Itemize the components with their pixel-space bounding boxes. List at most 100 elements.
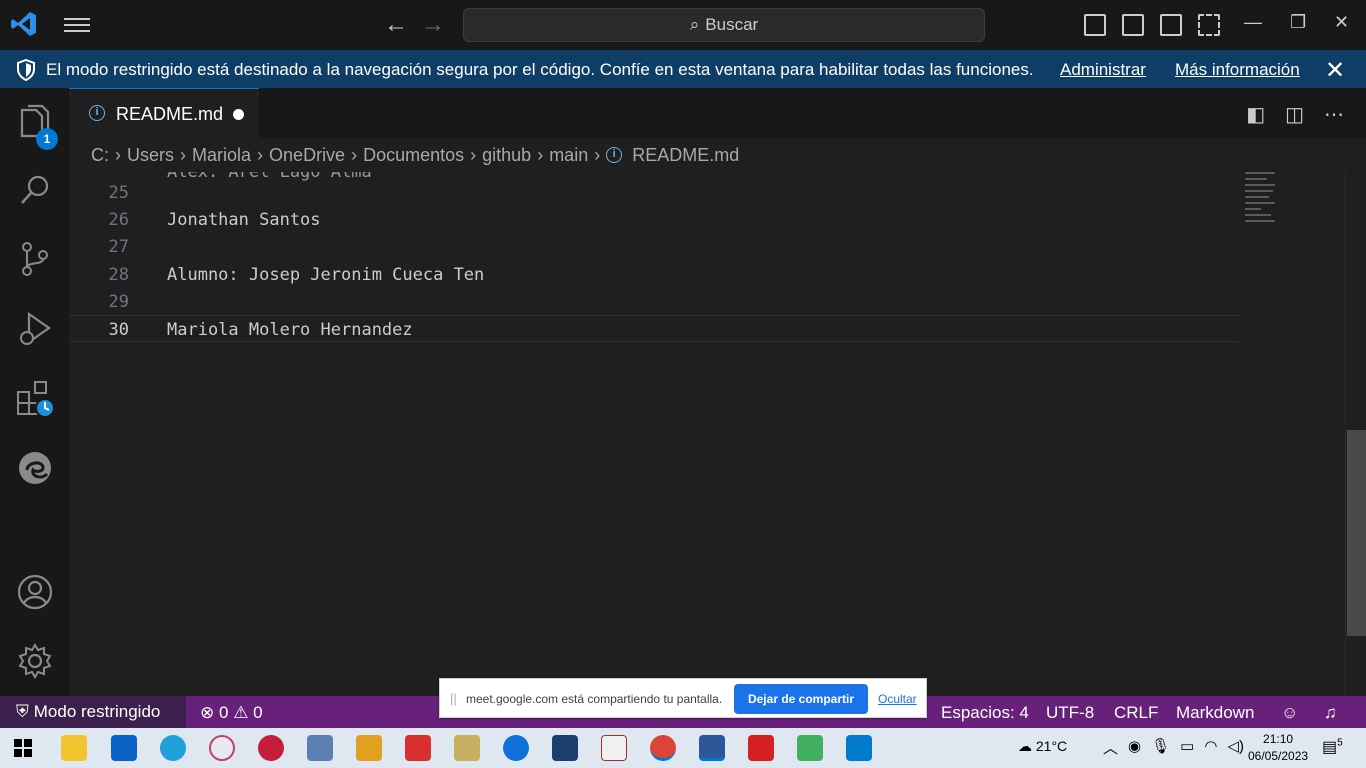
chevron-right-icon: › bbox=[180, 144, 187, 165]
app-map-icon[interactable] bbox=[601, 735, 627, 761]
problems-status[interactable]: ⊗ 0 ⚠ 0 bbox=[200, 703, 263, 723]
language-mode-status[interactable]: Markdown bbox=[1176, 703, 1254, 723]
wifi-icon[interactable]: ◠ bbox=[1204, 737, 1217, 758]
explorer-icon[interactable]: 1 bbox=[0, 92, 69, 152]
source-control-icon[interactable] bbox=[0, 229, 69, 289]
editor-line: 26 Jonathan Santos bbox=[69, 206, 1239, 233]
app-gem-icon[interactable] bbox=[797, 735, 823, 761]
share-message: meet.google.com está compartiendo tu pan… bbox=[466, 692, 723, 706]
info-icon: i bbox=[89, 105, 105, 121]
menu-icon[interactable] bbox=[64, 14, 90, 36]
drag-handle-icon[interactable]: || bbox=[450, 691, 457, 706]
customize-layout-icon[interactable] bbox=[1198, 14, 1220, 36]
info-icon: i bbox=[606, 147, 623, 163]
screen-share-dialog: || meet.google.com está compartiendo tu … bbox=[439, 678, 927, 718]
vertical-scrollbar[interactable] bbox=[1345, 172, 1366, 696]
breadcrumb-item[interactable]: github bbox=[482, 145, 531, 166]
line-number: 25 bbox=[108, 183, 129, 203]
encoding-status[interactable]: UTF-8 bbox=[1046, 703, 1094, 723]
minimap[interactable] bbox=[1245, 172, 1285, 232]
back-arrow-icon[interactable]: ← bbox=[384, 13, 408, 37]
warning-count: 0 bbox=[253, 703, 263, 722]
toggle-primary-sidebar-icon[interactable] bbox=[1084, 14, 1106, 36]
mail-icon[interactable] bbox=[111, 735, 137, 761]
cloud-icon: ☁ bbox=[1018, 738, 1032, 754]
app-red-circle-icon[interactable] bbox=[258, 735, 284, 761]
volume-icon[interactable]: ◁) bbox=[1227, 737, 1244, 758]
restricted-mode-status[interactable]: ⛨ Modo restringido bbox=[0, 696, 186, 728]
tab-readme[interactable]: i README.md bbox=[69, 88, 259, 138]
breadcrumb-item[interactable]: README.md bbox=[632, 145, 739, 166]
date: 06/05/2023 bbox=[1248, 749, 1309, 763]
vscode-taskbar-icon[interactable] bbox=[846, 735, 872, 761]
notifications-bell-icon[interactable]: ♫ bbox=[1324, 703, 1337, 723]
line-number: 30 bbox=[108, 320, 129, 340]
battery-icon[interactable]: ▭ bbox=[1180, 737, 1194, 758]
editor-text-area[interactable]: Alex. Arel Lago Alma 25 26 Jonathan Sant… bbox=[69, 172, 1345, 696]
explorer-badge: 1 bbox=[36, 128, 58, 150]
acrobat-icon[interactable] bbox=[748, 735, 774, 761]
line-text: Mariola Molero Hernandez bbox=[167, 320, 413, 340]
virtualbox-icon[interactable] bbox=[552, 735, 578, 761]
restore-button[interactable]: ❐ bbox=[1290, 12, 1306, 33]
more-info-link[interactable]: Más información bbox=[1175, 60, 1300, 80]
indentation-status[interactable]: Espacios: 4 bbox=[941, 703, 1029, 723]
accounts-icon[interactable] bbox=[0, 562, 69, 622]
temperature: 21°C bbox=[1035, 738, 1068, 754]
open-preview-icon[interactable]: ◧ bbox=[1246, 102, 1265, 127]
command-center-search[interactable]: ⌕ Buscar bbox=[463, 8, 985, 42]
settings-gear-icon[interactable] bbox=[0, 631, 69, 691]
stop-sharing-button[interactable]: Dejar de compartir bbox=[734, 684, 868, 714]
windows-taskbar: ☁ 21°C ︿ ◉ 🎙 ▭ ◠ ◁) 21:10 06/05/2023 ▤5 bbox=[0, 728, 1366, 768]
app-hexagon-icon[interactable] bbox=[356, 735, 382, 761]
notification-center-icon[interactable]: ▤5 bbox=[1322, 737, 1343, 757]
banner-message: El modo restringido está destinado a la … bbox=[46, 60, 1034, 79]
hide-link[interactable]: Ocultar bbox=[878, 692, 917, 706]
minimize-button[interactable]: — bbox=[1244, 12, 1262, 33]
extensions-icon[interactable] bbox=[0, 368, 69, 428]
toggle-secondary-sidebar-icon[interactable] bbox=[1160, 14, 1182, 36]
editor-line: 28 Alumno: Josep Jeronim Cueca Ten bbox=[69, 261, 1239, 288]
split-editor-icon[interactable]: ◫ bbox=[1285, 102, 1304, 127]
chrome-icon[interactable] bbox=[650, 735, 676, 761]
close-banner-icon[interactable]: ✕ bbox=[1325, 56, 1345, 85]
app-blue-icon[interactable] bbox=[307, 735, 333, 761]
run-debug-icon[interactable] bbox=[0, 298, 69, 358]
breadcrumb-item[interactable]: Mariola bbox=[192, 145, 251, 166]
weather-widget[interactable]: ☁ 21°C bbox=[1018, 738, 1067, 755]
more-actions-icon[interactable]: ⋯ bbox=[1324, 102, 1344, 127]
windows-start-icon[interactable] bbox=[14, 739, 32, 757]
edge-devtools-icon[interactable] bbox=[0, 438, 69, 498]
close-window-button[interactable]: ✕ bbox=[1334, 12, 1349, 33]
toggle-panel-icon[interactable] bbox=[1122, 14, 1144, 36]
file-explorer-icon[interactable] bbox=[61, 735, 87, 761]
teamviewer-icon[interactable] bbox=[503, 735, 529, 761]
editor-line: 29 bbox=[69, 288, 1239, 315]
breadcrumb-item[interactable]: OneDrive bbox=[269, 145, 345, 166]
edge-browser-icon[interactable] bbox=[160, 735, 186, 761]
unsaved-dot-icon[interactable] bbox=[233, 109, 244, 120]
chevron-up-icon[interactable]: ︿ bbox=[1103, 737, 1118, 758]
manage-link[interactable]: Administrar bbox=[1060, 60, 1146, 80]
clock[interactable]: 21:10 06/05/2023 bbox=[1248, 731, 1308, 765]
camera-icon[interactable]: ◉ bbox=[1128, 737, 1141, 758]
app-multicolor-icon[interactable] bbox=[405, 735, 431, 761]
breadcrumb-item[interactable]: C: bbox=[91, 145, 109, 166]
eol-status[interactable]: CRLF bbox=[1114, 703, 1158, 723]
forward-arrow-icon[interactable]: → bbox=[421, 13, 445, 37]
breadcrumb-item[interactable]: Documentos bbox=[363, 145, 464, 166]
chevron-right-icon: › bbox=[257, 144, 264, 165]
breadcrumb-item[interactable]: main bbox=[549, 145, 588, 166]
line-number: 27 bbox=[108, 237, 129, 257]
microphone-icon[interactable]: 🎙 bbox=[1151, 737, 1170, 758]
line-number: 26 bbox=[108, 210, 129, 230]
scrollbar-thumb[interactable] bbox=[1347, 430, 1366, 636]
word-icon[interactable] bbox=[699, 735, 725, 761]
app-tools-icon[interactable] bbox=[454, 735, 480, 761]
breadcrumb-item[interactable]: Users bbox=[127, 145, 174, 166]
snipping-tool-icon[interactable] bbox=[209, 735, 235, 761]
breadcrumb: C: › Users › Mariola › OneDrive › Documentos… bbox=[69, 138, 1366, 172]
feedback-icon[interactable]: ☺ bbox=[1281, 703, 1298, 723]
search-view-icon[interactable] bbox=[0, 160, 69, 220]
line-text: Alumno: Josep Jeronim Cueca Ten bbox=[167, 265, 485, 285]
